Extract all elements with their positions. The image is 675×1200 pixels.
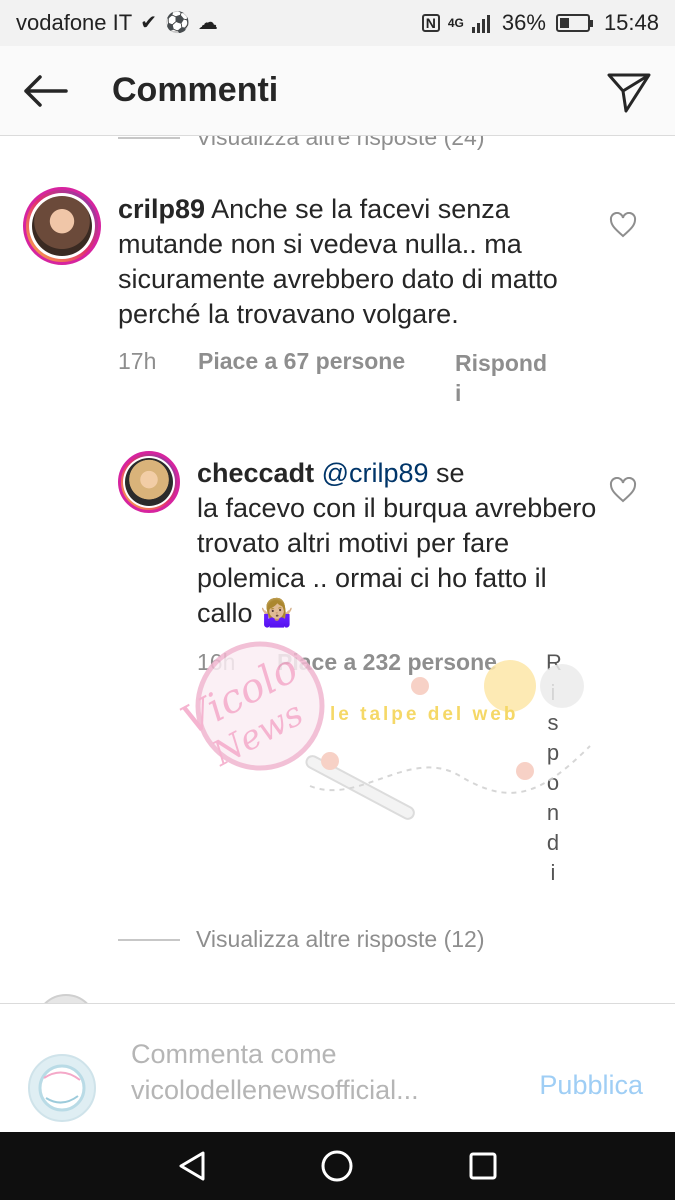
- shrug-emoji: 🤷🏼‍♀️: [260, 598, 294, 628]
- arrow-left-icon: [24, 74, 68, 107]
- avatar[interactable]: [118, 451, 180, 513]
- avatar: [28, 1054, 96, 1122]
- share-button[interactable]: [601, 64, 657, 120]
- soccer-ball-icon: ⚽: [164, 12, 190, 34]
- system-nav-bar: [0, 1132, 675, 1200]
- view-more-replies-bottom[interactable]: Visualizza altre risposte (12): [118, 926, 484, 953]
- replies-divider: [118, 136, 180, 139]
- recents-square-icon[interactable]: [468, 1151, 498, 1181]
- comment-composer: Commenta come vicolodellenewsofficial...…: [0, 1003, 675, 1132]
- paper-plane-icon: [607, 73, 651, 113]
- comment-username[interactable]: crilp89: [118, 194, 205, 224]
- avatar[interactable]: [23, 187, 101, 265]
- battery-icon: [555, 14, 593, 32]
- comments-list[interactable]: Visualizza altre risposte (24) crilp89 A…: [0, 136, 675, 1003]
- back-button[interactable]: [0, 46, 90, 136]
- app-header: Commenti: [0, 46, 675, 136]
- comment-time: 17h: [118, 348, 157, 374]
- comment-body: checcadt @crilp89 se la facevo con il bu…: [197, 456, 597, 631]
- view-more-replies-label: Visualizza altre risposte (12): [196, 926, 485, 952]
- avatar-frame: [29, 193, 95, 259]
- watermark-blog-text: le talpe del web: [330, 704, 519, 725]
- avatar-photo: [125, 458, 173, 506]
- status-left: vodafone IT ✔ ⚽ ☁: [16, 10, 218, 36]
- replies-divider: [118, 938, 180, 941]
- comment-body: crilp89 Anche se la facevi senza mutande…: [118, 192, 588, 332]
- cloud-icon: ☁: [197, 12, 218, 34]
- heart-icon[interactable]: [609, 477, 637, 503]
- status-bar: vodafone IT ✔ ⚽ ☁ N 4G 36% 15:48: [0, 0, 675, 46]
- comment-meta: 17h Piace a 67 persone Rispond i: [118, 348, 547, 408]
- clock: 15:48: [603, 10, 659, 35]
- page-title: Commenti: [112, 71, 279, 109]
- back-triangle-icon[interactable]: [177, 1150, 207, 1182]
- carrier-name: vodafone IT: [16, 10, 133, 35]
- comment-likes[interactable]: Piace a 67 persone: [198, 348, 455, 408]
- battery-percent: 36%: [501, 10, 546, 35]
- nfc-icon: N: [421, 14, 440, 32]
- comment-input[interactable]: Commenta come vicolodellenewsofficial...: [131, 1036, 511, 1108]
- view-more-replies-label: Visualizza altre risposte (24): [196, 136, 485, 150]
- network-type: 4G: [447, 16, 464, 30]
- view-more-replies-top[interactable]: Visualizza altre risposte (24): [118, 136, 484, 151]
- avatar-frame: [123, 456, 175, 508]
- mention-link[interactable]: @crilp89: [322, 458, 429, 488]
- comment-username[interactable]: checcadt: [197, 458, 314, 488]
- watermark-logo: Vicolo News: [174, 641, 591, 820]
- signal-icon: [471, 15, 490, 33]
- avatar-photo: [32, 196, 92, 256]
- status-right: N 4G 36% 15:48: [421, 10, 659, 36]
- check-icon: ✔: [140, 12, 157, 34]
- avatar[interactable]: [35, 994, 97, 1003]
- heart-icon[interactable]: [609, 212, 637, 238]
- publish-button[interactable]: Pubblica: [539, 1070, 643, 1101]
- home-circle-icon[interactable]: [320, 1149, 354, 1183]
- reply-button[interactable]: Rispond i: [455, 348, 547, 408]
- logo-icon: [38, 1064, 86, 1112]
- battery-fill: [559, 18, 570, 28]
